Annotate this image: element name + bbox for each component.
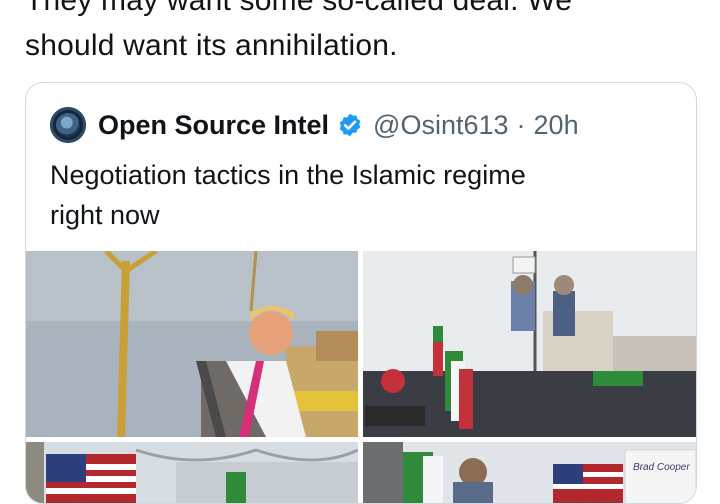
- verified-badge-icon: [339, 113, 361, 137]
- separator-dot: ·: [516, 109, 526, 140]
- tweet-text: They may want some so-called deal. We sh…: [25, 0, 715, 68]
- photo-4[interactable]: Brad Cooper: [363, 442, 696, 503]
- quoted-tweet-card[interactable]: Open Source Intel @Osint613 · 20h Negoti…: [25, 82, 697, 504]
- quoted-tweet-header: Open Source Intel @Osint613 · 20h: [50, 105, 579, 145]
- handle[interactable]: @Osint613: [373, 110, 508, 141]
- globe-logo-icon: [56, 113, 80, 137]
- flag-crowd-image: [26, 442, 358, 503]
- quoted-text-line-1: Negotiation tactics in the Islamic regim…: [50, 160, 526, 190]
- photo-1[interactable]: [26, 251, 358, 437]
- display-name[interactable]: Open Source Intel: [98, 110, 329, 141]
- protest-sign-image: Brad Cooper: [363, 442, 696, 503]
- photo-2[interactable]: [363, 251, 696, 437]
- quoted-tweet-text: Negotiation tactics in the Islamic regim…: [50, 155, 670, 235]
- tweet-text-line-2: should want its annihilation.: [25, 29, 398, 62]
- tweet-text-line-1: They may want some so-called deal. We: [25, 0, 573, 17]
- rally-crowd-image: [363, 251, 696, 437]
- quoted-text-line-2: right now: [50, 200, 160, 230]
- media-grid: Brad Cooper: [26, 251, 696, 503]
- photo-sign-text: Brad Cooper: [633, 462, 690, 473]
- timestamp[interactable]: 20h: [534, 110, 579, 141]
- effigy-gallows-image: [26, 251, 358, 437]
- avatar[interactable]: [50, 107, 86, 143]
- photo-3[interactable]: [26, 442, 358, 503]
